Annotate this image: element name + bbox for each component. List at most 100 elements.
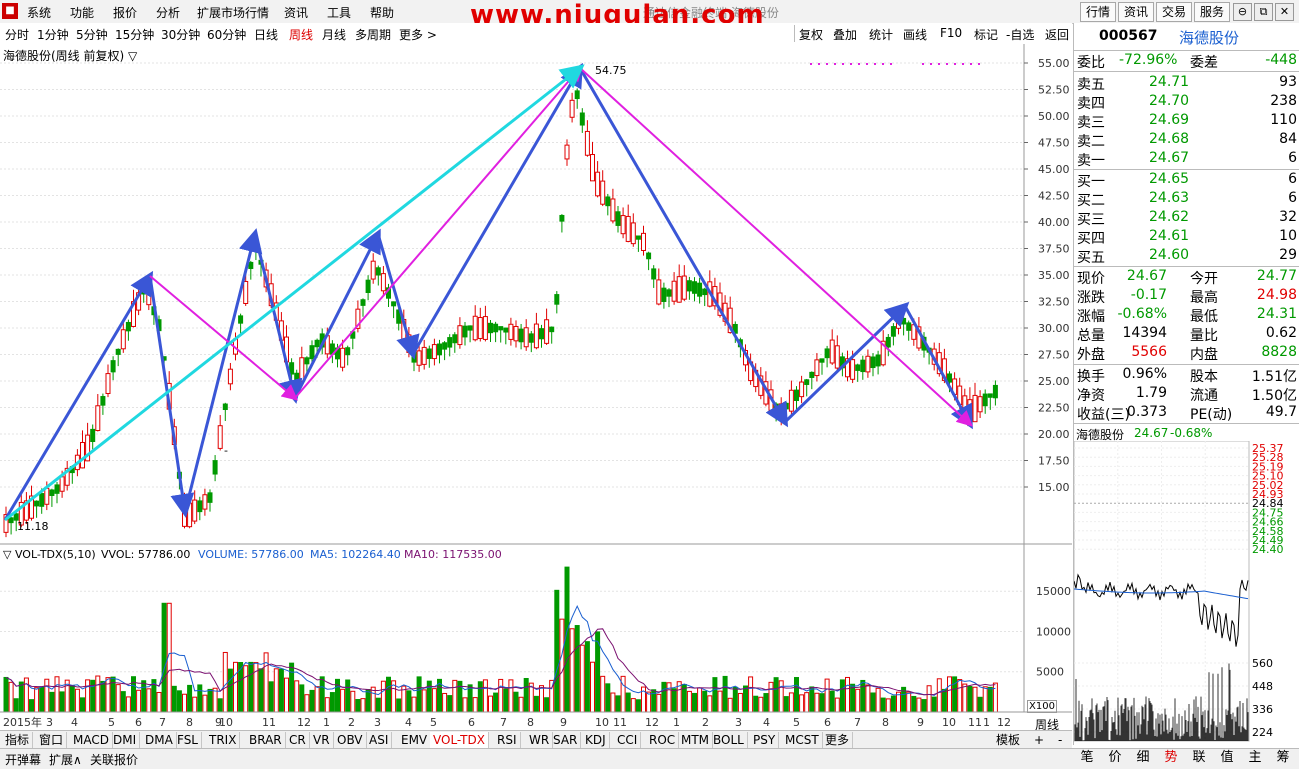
buy-level-row[interactable]: 买四 24.61 10: [1077, 228, 1299, 247]
indicator-tab[interactable]: BOLL: [710, 732, 748, 748]
trend-arrow-blue[interactable]: [783, 301, 910, 424]
trend-arrow-blue[interactable]: [903, 305, 973, 430]
tool-drawing[interactable]: 画线: [903, 26, 927, 43]
indicator-tab[interactable]: SAR: [550, 732, 582, 748]
tool-statistics[interactable]: 统计: [869, 26, 893, 43]
sell-level-row[interactable]: 卖二 24.68 84: [1077, 131, 1299, 150]
indicator-tab[interactable]: RSI: [494, 732, 521, 748]
menu-quote[interactable]: 报价: [113, 4, 137, 21]
period-monthly[interactable]: 月线: [322, 26, 346, 43]
indicator-tab[interactable]: MACD: [70, 732, 113, 748]
indicator-tab[interactable]: MCST: [782, 732, 823, 748]
candle-body: [462, 325, 468, 338]
sell-level-row[interactable]: 卖五 24.71 93: [1077, 74, 1299, 93]
add-window-button[interactable]: +: [1031, 732, 1047, 748]
quote-subtab[interactable]: 筹: [1270, 748, 1296, 768]
menu-extended-market[interactable]: 扩展市场行情: [197, 4, 269, 21]
quote-subtab[interactable]: 势: [1158, 748, 1184, 768]
quote-subtab[interactable]: 笔: [1074, 748, 1100, 768]
trend-arrow-blue[interactable]: [183, 228, 263, 513]
indicator-tab[interactable]: ASI: [366, 732, 393, 748]
indicator-tab[interactable]: TRIX: [206, 732, 241, 748]
quote-subtab[interactable]: 价: [1102, 748, 1128, 768]
period-15min[interactable]: 15分钟: [115, 26, 154, 43]
quote-subtab[interactable]: 主: [1242, 748, 1268, 768]
quote-subtab[interactable]: 联: [1186, 748, 1212, 768]
tool-f10[interactable]: F10: [940, 26, 962, 40]
indicator-tab[interactable]: VR: [310, 732, 334, 748]
indicator-tab[interactable]: CR: [286, 732, 310, 748]
time-axis-label: 12: [297, 716, 311, 729]
menu-analysis[interactable]: 分析: [156, 4, 180, 21]
expand-toggle[interactable]: 扩展∧: [49, 751, 82, 768]
indicator-tab[interactable]: DMA: [142, 732, 177, 748]
indicator-tab[interactable]: CCI: [614, 732, 642, 748]
app-logo-icon[interactable]: ■: [2, 3, 18, 19]
tool-restore-rights[interactable]: 复权: [799, 26, 823, 43]
volume-bar: [972, 686, 978, 713]
menu-function[interactable]: 功能: [70, 4, 94, 21]
indicator-tab[interactable]: PSY: [750, 732, 780, 748]
period-daily[interactable]: 日线: [254, 26, 278, 43]
kline-chart[interactable]: 55.00 52.50 50.00 47.50 45.00 42.50 40.00 37.50…: [0, 44, 1072, 730]
sell-level-row[interactable]: 卖四 24.70 238: [1077, 93, 1299, 112]
indicator-tab[interactable]: FSL: [174, 732, 202, 748]
trend-arrow-blue[interactable]: [411, 62, 584, 355]
sell-level-row[interactable]: 卖一 24.67 6: [1077, 150, 1299, 169]
quote-subtab[interactable]: 值: [1214, 748, 1240, 768]
template-button[interactable]: 模板: [993, 732, 1023, 748]
indicator-tab[interactable]: KDJ: [582, 732, 610, 748]
quote-subtab[interactable]: 细: [1130, 748, 1156, 768]
sell-level-row[interactable]: 卖三 24.69 110: [1077, 112, 1299, 131]
indicator-tab[interactable]: 窗口: [36, 732, 68, 748]
indicator-tab[interactable]: 更多: [822, 732, 854, 748]
info-button[interactable]: 资讯: [1118, 2, 1154, 22]
restore-icon[interactable]: ⧉: [1254, 3, 1273, 21]
indicator-tab[interactable]: VOL-TDX: [430, 732, 489, 748]
market-button[interactable]: 行情: [1080, 2, 1116, 22]
period-more[interactable]: 更多 >: [399, 26, 437, 43]
period-weekly[interactable]: 周线: [289, 26, 313, 43]
period-30min[interactable]: 30分钟: [161, 26, 200, 43]
indicator-tab[interactable]: MTM: [678, 732, 714, 748]
stock-name[interactable]: 海德股份: [1179, 27, 1239, 48]
menu-tools[interactable]: 工具: [327, 4, 351, 21]
trend-arrow-blue[interactable]: [253, 233, 303, 404]
indicator-tab[interactable]: ROC: [646, 732, 680, 748]
indicator-tab[interactable]: BRAR: [246, 732, 286, 748]
buy-level-row[interactable]: 买五 24.60 29: [1077, 247, 1299, 266]
trend-arrow-blue[interactable]: [3, 270, 154, 521]
indicator-tab[interactable]: OBV: [334, 732, 367, 748]
danmaku-toggle[interactable]: 开弹幕: [5, 751, 41, 768]
tool-back[interactable]: 返回: [1045, 26, 1069, 43]
menu-system[interactable]: 系统: [27, 4, 51, 21]
indicator-tab[interactable]: EMV: [398, 732, 432, 748]
period-5min[interactable]: 5分钟: [76, 26, 108, 43]
period-intraday[interactable]: 分时: [5, 26, 29, 43]
service-button[interactable]: 服务: [1194, 2, 1230, 22]
minimize-icon[interactable]: ⊖: [1233, 3, 1252, 21]
indicator-tab[interactable]: DMI: [110, 732, 141, 748]
trade-button[interactable]: 交易: [1156, 2, 1192, 22]
period-1min[interactable]: 1分钟: [37, 26, 69, 43]
period-60min[interactable]: 60分钟: [207, 26, 246, 43]
tool-overlay[interactable]: 叠加: [833, 26, 857, 43]
trend-arrow-cyan[interactable]: [4, 64, 585, 522]
period-multi[interactable]: 多周期: [355, 26, 391, 43]
close-icon[interactable]: ✕: [1275, 3, 1294, 21]
buy-level-row[interactable]: 买二 24.63 6: [1077, 190, 1299, 209]
tool-mark[interactable]: 标记: [974, 26, 998, 43]
buy-level-row[interactable]: 买三 24.62 32: [1077, 209, 1299, 228]
trend-arrow-blue[interactable]: [578, 67, 789, 428]
tool-remove-favorite[interactable]: -自选: [1006, 26, 1034, 43]
intraday-mini-chart[interactable]: 25.3725.2825.1925.1025.0224.9324.8424.75…: [1074, 441, 1299, 745]
candle-body: [90, 428, 96, 442]
menu-news[interactable]: 资讯: [284, 4, 308, 21]
indicator-tab[interactable]: 指标: [2, 732, 34, 748]
chart-area[interactable]: 55.00 52.50 50.00 47.50 45.00 42.50 40.00 37.50…: [0, 44, 1072, 732]
volume-indicator-name[interactable]: ▽ VOL-TDX(5,10): [3, 548, 96, 561]
remove-window-button[interactable]: -: [1055, 732, 1065, 748]
buy-level-row[interactable]: 买一 24.65 6: [1077, 171, 1299, 190]
linked-quote-toggle[interactable]: 关联报价: [90, 751, 138, 768]
menu-help[interactable]: 帮助: [370, 4, 394, 21]
